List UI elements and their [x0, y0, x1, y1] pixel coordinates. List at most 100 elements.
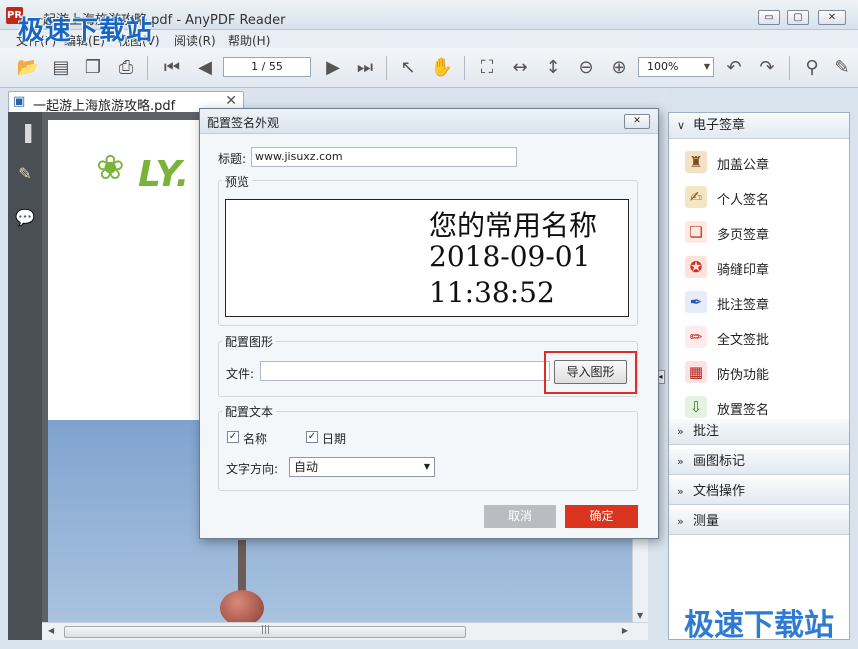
date-checkbox-label: 日期: [322, 432, 347, 446]
fit-page-icon[interactable]: ⛶: [475, 56, 499, 80]
scroll-left-icon[interactable]: ◀: [48, 626, 54, 635]
name-checkbox[interactable]: ✓: [227, 431, 239, 443]
section-label: 批注: [693, 424, 720, 439]
direction-select[interactable]: 自动 ▼: [289, 457, 435, 477]
pen-icon: ✏: [685, 326, 707, 348]
signature-preview: 您的常用名称 2018-09-01 11:38:52: [225, 199, 629, 317]
watermark-bottom: 极速下载站: [684, 608, 834, 643]
copy-icon[interactable]: ❐: [81, 56, 105, 80]
stamp-icon: ♜: [685, 151, 707, 173]
signature-icon: ✍: [685, 186, 707, 208]
close-dialog-button[interactable]: ✕: [624, 114, 650, 129]
preview-group-title: 预览: [222, 173, 253, 190]
page-number-input[interactable]: 1 / 55: [223, 57, 311, 77]
scroll-right-icon[interactable]: ▶: [622, 626, 628, 635]
double-chevron-right-icon: »: [677, 425, 684, 438]
scroll-down-icon[interactable]: ▼: [637, 611, 643, 620]
zoom-value: 100%: [647, 60, 679, 73]
close-window-button[interactable]: ✕: [818, 10, 846, 25]
section-measure[interactable]: » 测量: [669, 509, 849, 535]
fit-width-icon[interactable]: ↔: [508, 56, 532, 80]
scrollbar-thumb[interactable]: |||: [64, 625, 466, 638]
zoom-in-icon[interactable]: ⊕: [607, 56, 631, 80]
qr-code-icon: ▦: [685, 361, 707, 383]
undo-icon[interactable]: ↶: [722, 56, 746, 80]
bookmark-icon[interactable]: ▐: [13, 122, 37, 146]
notes-icon[interactable]: ✎: [13, 162, 37, 186]
item-anti-counterfeit[interactable]: ▦ 防伪功能: [685, 359, 845, 385]
annotation-sign-icon: ✒: [685, 291, 707, 313]
fish-logo-icon: ❀: [96, 148, 125, 188]
item-annotation-seal[interactable]: ✒ 批注签章: [685, 289, 845, 315]
item-add-seal[interactable]: ♜ 加盖公章: [685, 149, 845, 175]
section-drawing-marks[interactable]: » 画图标记: [669, 449, 849, 475]
section-label: 文档操作: [693, 484, 746, 499]
name-checkbox-label: 名称: [243, 432, 268, 446]
direction-value: 自动: [294, 460, 319, 474]
last-page-icon[interactable]: ⏭: [353, 56, 377, 80]
toolbar: 📂 ▤ ❐ ⎙ ⏮ ◀ ▶ ⏭ ↖ ✋ ⛶ ↔ ↕ ⊖ ⊕ ↶ ↷ ⚲ ✎: [0, 48, 858, 88]
dialog-title-bar: 配置签名外观 ✕: [200, 109, 658, 134]
menu-read[interactable]: 阅读(R): [174, 32, 216, 49]
next-page-icon[interactable]: ▶: [321, 56, 345, 80]
text-group-title: 配置文本: [222, 403, 277, 420]
zoom-out-icon[interactable]: ⊖: [574, 56, 598, 80]
chevron-down-icon: ∨: [677, 119, 686, 132]
menu-help[interactable]: 帮助(H): [228, 32, 270, 49]
cancel-button[interactable]: 取消: [484, 505, 556, 528]
redo-icon[interactable]: ↷: [755, 56, 779, 80]
preview-name: 您的常用名称: [429, 209, 598, 242]
title-field-input[interactable]: www.jisuxz.com: [251, 147, 517, 167]
tools-icon[interactable]: ✎: [830, 56, 854, 80]
print-icon[interactable]: ⎙: [114, 56, 138, 80]
item-personal-signature[interactable]: ✍ 个人签名: [685, 184, 845, 210]
item-seam-seal[interactable]: ✪ 骑缝印章: [685, 254, 845, 280]
ok-button[interactable]: 确定: [565, 505, 638, 528]
item-multi-page-seal[interactable]: ❏ 多页签章: [685, 219, 845, 245]
minimize-button[interactable]: ▭: [758, 10, 780, 25]
comment-icon[interactable]: 💬: [13, 206, 37, 230]
zoom-select[interactable]: 100% ▼: [638, 57, 714, 77]
prev-page-icon[interactable]: ◀: [193, 56, 217, 80]
hand-icon[interactable]: ✋: [430, 56, 454, 80]
item-label: 批注签章: [717, 298, 770, 313]
item-label: 骑缝印章: [717, 263, 770, 278]
left-sidebar: ▐ ✎ 💬: [8, 112, 42, 640]
save-icon[interactable]: ▤: [49, 56, 73, 80]
open-folder-icon[interactable]: 📂: [16, 56, 40, 80]
close-tab-icon[interactable]: ✕: [225, 93, 237, 109]
preview-time: 11:38:52: [429, 276, 555, 309]
dialog-title: 配置签名外观: [207, 116, 280, 130]
tower-sphere-image: [220, 590, 264, 622]
section-label: 画图标记: [693, 454, 746, 469]
maximize-button[interactable]: ▢: [787, 10, 809, 25]
text-group: [218, 411, 638, 491]
section-label: 测量: [693, 514, 720, 529]
binoculars-icon[interactable]: ⚲: [800, 56, 824, 80]
section-document-operations[interactable]: » 文档操作: [669, 479, 849, 505]
fit-height-icon[interactable]: ↕: [541, 56, 565, 80]
item-place-signature[interactable]: ⇩ 放置签名: [685, 394, 845, 420]
import-graphic-button[interactable]: 导入图形: [554, 360, 627, 384]
item-full-text-approval[interactable]: ✏ 全文签批: [685, 324, 845, 350]
chevron-down-icon: ▼: [703, 62, 710, 71]
place-signature-icon: ⇩: [685, 396, 707, 418]
select-icon[interactable]: ↖: [396, 56, 420, 80]
signature-appearance-dialog: 配置签名外观 ✕ 标题: www.jisuxz.com 预览 您的常用名称 20…: [199, 108, 659, 539]
first-page-icon[interactable]: ⏮: [160, 56, 184, 80]
date-checkbox[interactable]: ✓: [306, 431, 318, 443]
item-label: 放置签名: [717, 403, 770, 418]
horizontal-scrollbar[interactable]: ◀ ||| ▶: [42, 622, 648, 640]
file-label: 文件:: [226, 367, 255, 381]
section-e-signature[interactable]: ∨ 电子签章: [669, 113, 849, 139]
item-label: 加盖公章: [717, 158, 770, 173]
item-label: 多页签章: [717, 228, 770, 243]
chevron-down-icon: ▼: [423, 462, 430, 471]
section-annotation[interactable]: » 批注: [669, 419, 849, 445]
right-panel: ∨ 电子签章 ♜ 加盖公章 ✍ 个人签名 ❏ 多页签章 ✪ 骑缝印章 ✒ 批注签…: [668, 112, 850, 640]
direction-label: 文字方向:: [226, 462, 279, 476]
file-path-input[interactable]: [260, 361, 550, 381]
double-chevron-right-icon: »: [677, 515, 684, 528]
title-field-label: 标题:: [218, 152, 247, 166]
document-logo-text: LY.: [138, 154, 190, 195]
